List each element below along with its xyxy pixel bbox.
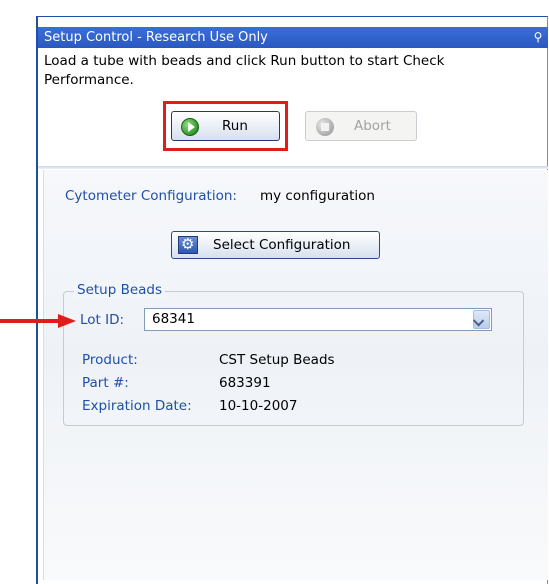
- run-button-label: Run: [222, 118, 248, 134]
- abort-button[interactable]: Abort: [305, 111, 417, 141]
- part-number-value: 683391: [219, 375, 271, 391]
- section-divider: [38, 166, 548, 169]
- pane-title: Setup Control - Research Use Only: [44, 30, 268, 45]
- pin-icon[interactable]: ⚲: [531, 27, 545, 48]
- select-configuration-button[interactable]: Select Configuration: [171, 231, 380, 259]
- select-configuration-label: Select Configuration: [213, 237, 351, 253]
- cytometer-configuration-value: my configuration: [260, 188, 375, 204]
- expiration-date-label: Expiration Date:: [82, 398, 192, 414]
- abort-button-label: Abort: [354, 118, 391, 134]
- stop-icon: [316, 118, 334, 136]
- run-button[interactable]: Run: [171, 111, 280, 141]
- product-label: Product:: [82, 352, 138, 368]
- lot-id-dropdown[interactable]: 68341: [144, 308, 492, 331]
- red-arrow-annotation: [0, 314, 76, 328]
- instructions-text: Load a tube with beads and click Run but…: [44, 53, 445, 88]
- lot-id-label: Lot ID:: [80, 312, 125, 328]
- chevron-down-icon[interactable]: [473, 310, 490, 329]
- pane-title-bar: Setup Control - Research Use Only ⚲: [38, 27, 548, 48]
- play-icon: [181, 118, 199, 136]
- expiration-date-value: 10-10-2007: [219, 398, 298, 414]
- cytometer-configuration-label: Cytometer Configuration:: [65, 188, 237, 204]
- setup-beads-legend: Setup Beads: [74, 282, 166, 298]
- part-number-label: Part #:: [82, 375, 129, 391]
- product-value: CST Setup Beads: [219, 352, 335, 368]
- lot-id-value: 68341: [152, 311, 195, 327]
- gear-icon: [178, 235, 198, 254]
